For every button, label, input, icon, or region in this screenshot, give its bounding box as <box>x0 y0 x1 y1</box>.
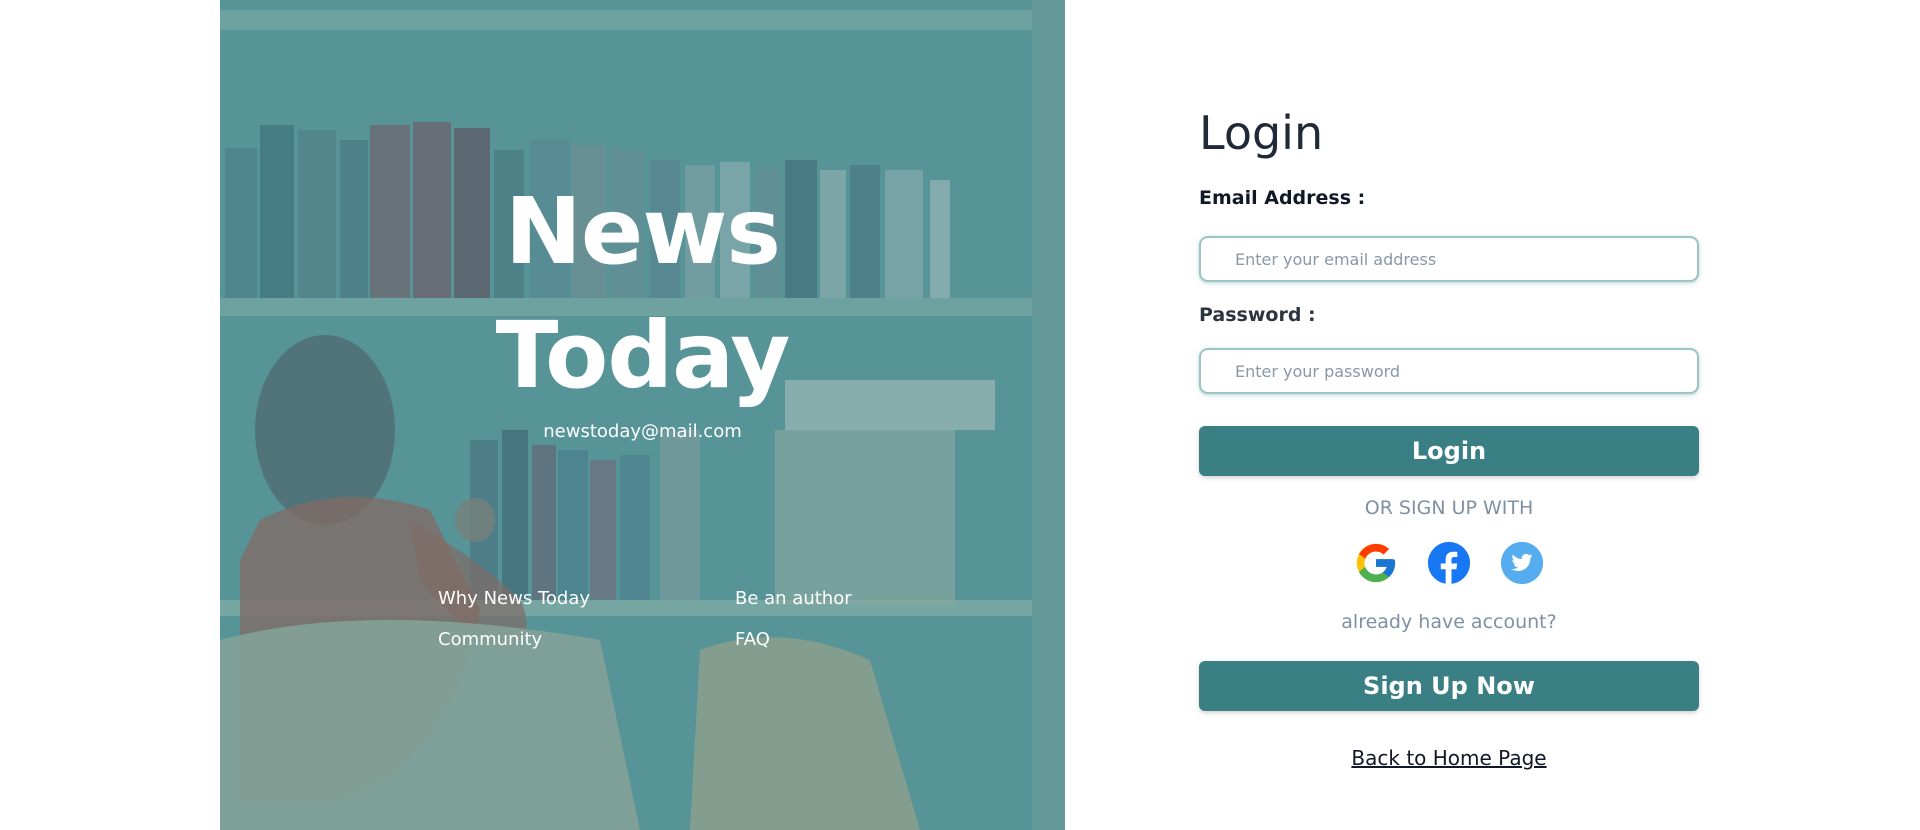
password-field[interactable] <box>1199 348 1699 394</box>
link-community[interactable]: Community <box>438 629 735 650</box>
login-button[interactable]: Login <box>1199 426 1699 476</box>
hero-panel: News Today newstoday@mail.com Why News T… <box>220 0 1065 830</box>
twitter-icon[interactable] <box>1499 540 1545 586</box>
google-icon[interactable] <box>1353 540 1399 586</box>
brand-title: News Today <box>220 170 1065 418</box>
hero-links: Why News Today Be an author Community FA… <box>438 588 858 650</box>
brand-title-line2: Today <box>495 302 791 409</box>
email-field[interactable] <box>1199 236 1699 282</box>
signup-button[interactable]: Sign Up Now <box>1199 661 1699 711</box>
link-faq[interactable]: FAQ <box>735 629 858 650</box>
login-page: News Today newstoday@mail.com Why News T… <box>0 0 1920 830</box>
already-account-text: already have account? <box>1341 611 1557 633</box>
link-be-an-author[interactable]: Be an author <box>735 588 858 609</box>
link-why-news-today[interactable]: Why News Today <box>438 588 735 609</box>
login-panel: Login Email Address : Password : Login O… <box>1199 0 1701 830</box>
or-signup-text: OR SIGN UP WITH <box>1364 497 1534 519</box>
social-buttons <box>1353 540 1553 586</box>
facebook-icon[interactable] <box>1426 540 1472 586</box>
back-to-home-link[interactable]: Back to Home Page <box>1199 746 1699 770</box>
brand-email: newstoday@mail.com <box>543 421 742 442</box>
login-title: Login <box>1199 106 1324 160</box>
brand-title-line1: News <box>504 178 781 285</box>
email-label: Email Address : <box>1199 187 1366 209</box>
password-label: Password : <box>1199 304 1316 326</box>
